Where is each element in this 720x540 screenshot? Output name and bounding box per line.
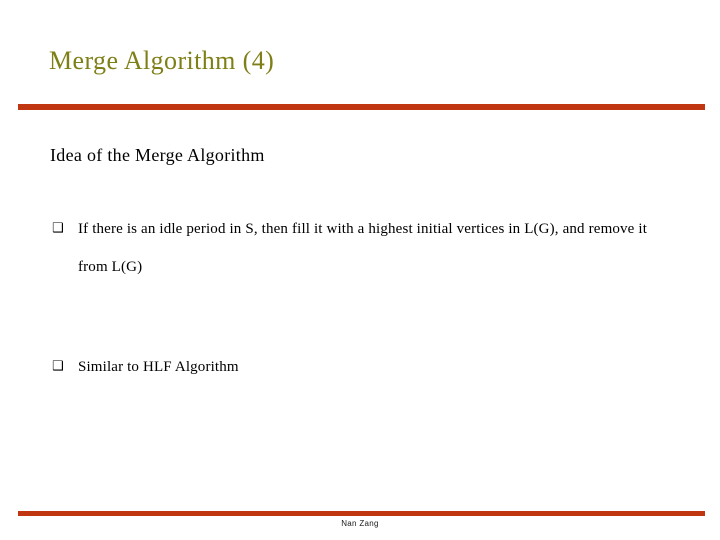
bullet-list: ❑ If there is an idle period in S, then …	[0, 210, 720, 386]
list-item: ❑ Similar to HLF Algorithm	[0, 348, 720, 386]
presentation-slide: Merge Algorithm (4) Idea of the Merge Al…	[0, 0, 720, 540]
footer-author: Nan Zang	[341, 519, 379, 528]
list-item-text: If there is an idle period in S, then fi…	[78, 221, 648, 275]
body-heading: Idea of the Merge Algorithm	[50, 145, 265, 165]
footer-divider-rule-bottom	[18, 511, 705, 516]
square-bullet-icon: ❑	[52, 359, 64, 374]
title-divider-rule-top	[18, 104, 705, 110]
page-title: Merge Algorithm (4)	[49, 46, 275, 75]
list-item-text: Similar to HLF Algorithm	[78, 359, 239, 375]
list-item: ❑ If there is an idle period in S, then …	[0, 210, 720, 286]
square-bullet-icon: ❑	[52, 221, 64, 236]
